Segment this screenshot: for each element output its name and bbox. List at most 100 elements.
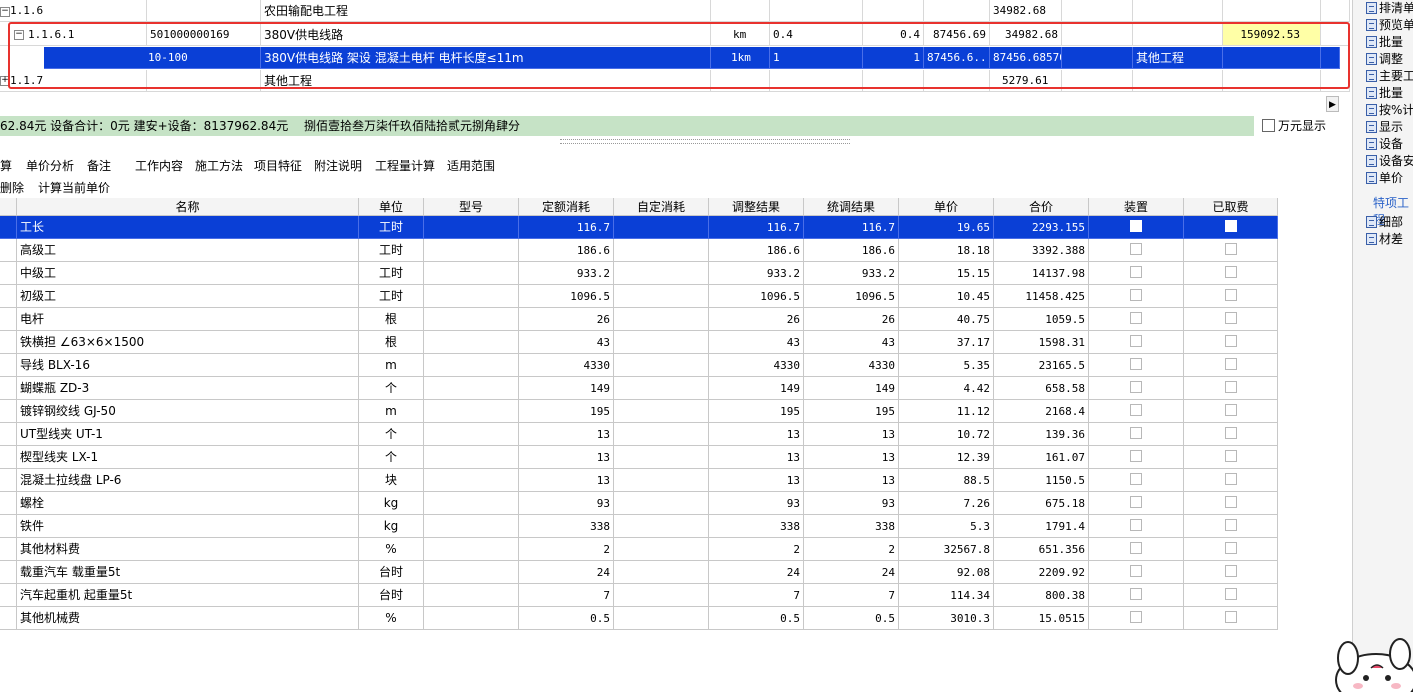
install-checkbox[interactable] bbox=[1130, 427, 1142, 439]
column-header[interactable]: 统调结果 bbox=[804, 198, 899, 216]
install-checkbox[interactable] bbox=[1130, 220, 1142, 232]
right-panel-item[interactable]: 按%计 bbox=[1366, 102, 1413, 119]
column-header[interactable]: 单位 bbox=[359, 198, 424, 216]
charged-checkbox[interactable] bbox=[1224, 542, 1237, 554]
right-panel-item[interactable]: 显示 bbox=[1366, 119, 1403, 136]
tab-appendix-notes[interactable]: 附注说明 bbox=[314, 156, 362, 176]
install-checkbox[interactable] bbox=[1130, 519, 1142, 531]
install-checkbox[interactable] bbox=[1130, 289, 1142, 301]
column-header[interactable]: 单价 bbox=[899, 198, 994, 216]
column-header[interactable]: 装置 bbox=[1089, 198, 1184, 216]
table-row[interactable]: 蝴蝶瓶 ZD-3 个 149 149 149 4.42 658.58 bbox=[0, 377, 1278, 400]
install-checkbox[interactable] bbox=[1130, 565, 1142, 577]
charged-checkbox[interactable] bbox=[1224, 450, 1237, 462]
table-row-selected[interactable]: 10-100 380V供电线路 架设 混凝土电杆 电杆长度≤11m 1km 1 … bbox=[0, 47, 1350, 69]
column-header[interactable]: 合价 bbox=[994, 198, 1089, 216]
charged-checkbox[interactable] bbox=[1224, 358, 1237, 370]
column-header[interactable]: 定额消耗 bbox=[519, 198, 614, 216]
install-checkbox[interactable] bbox=[1130, 243, 1142, 255]
tree-expand-icon[interactable]: + bbox=[0, 76, 10, 86]
delete-button[interactable]: 删除 bbox=[0, 181, 24, 195]
charged-checkbox[interactable] bbox=[1224, 335, 1237, 347]
column-header[interactable]: 自定消耗 bbox=[614, 198, 709, 216]
charged-checkbox[interactable] bbox=[1224, 312, 1237, 324]
tab-calc[interactable]: 算 bbox=[0, 156, 12, 176]
charged-checkbox[interactable] bbox=[1224, 381, 1237, 393]
charged-checkbox[interactable] bbox=[1224, 473, 1237, 485]
install-checkbox[interactable] bbox=[1130, 542, 1142, 554]
right-panel-item[interactable]: 调整 bbox=[1366, 51, 1403, 68]
table-row[interactable]: 其他材料费% 2 2 2 32567.8 651.356 bbox=[0, 538, 1278, 561]
charged-checkbox[interactable] bbox=[1224, 588, 1237, 600]
scroll-right-arrow-icon[interactable]: ▶ bbox=[1326, 96, 1339, 112]
table-row-selected[interactable]: 工长 工时 116.7 116.7 116.7 19.65 2293.155 bbox=[0, 216, 1278, 239]
table-row[interactable]: 1.1.7 其他工程 5279.61 bbox=[0, 70, 1350, 92]
wanyuan-display-toggle[interactable]: 万元显示 bbox=[1262, 117, 1326, 135]
column-header[interactable] bbox=[0, 198, 17, 216]
charged-checkbox[interactable] bbox=[1224, 519, 1237, 531]
table-row[interactable]: 中级工 工时 933.2 933.2 933.2 15.15 14137.98 bbox=[0, 262, 1278, 285]
tab-work-content[interactable]: 工作内容 bbox=[135, 156, 183, 176]
tree-collapse-icon[interactable]: − bbox=[14, 30, 24, 40]
table-row[interactable]: 初级工 工时 1096.5 1096.5 1096.5 10.45 11458.425 bbox=[0, 285, 1278, 308]
right-panel-item[interactable]: 排清单 bbox=[1366, 0, 1413, 17]
table-row[interactable]: 导线 BLX-16 m 4330 4330 4330 5.35 23165.5 bbox=[0, 354, 1278, 377]
tree-expand-icon[interactable]: − bbox=[0, 7, 10, 17]
tab-unit-price-analysis[interactable]: 单价分析 bbox=[26, 156, 74, 176]
right-panel-item[interactable]: 单价 bbox=[1366, 170, 1403, 187]
item-col11-highlight[interactable]: 159092.53 bbox=[1223, 24, 1321, 46]
wanyuan-checkbox[interactable] bbox=[1262, 119, 1275, 132]
table-row[interactable]: 螺栓 kg 93 93 93 7.26 675.18 bbox=[0, 492, 1278, 515]
table-row[interactable]: 电杆根 26 26 26 40.75 1059.5 bbox=[0, 308, 1278, 331]
right-panel-item[interactable]: 设备安 bbox=[1366, 153, 1413, 170]
tab-construction-method[interactable]: 施工方法 bbox=[195, 156, 243, 176]
charged-checkbox[interactable] bbox=[1224, 243, 1237, 255]
charged-checkbox[interactable] bbox=[1224, 404, 1237, 416]
charged-checkbox[interactable] bbox=[1224, 266, 1237, 278]
charged-checkbox[interactable] bbox=[1224, 611, 1237, 623]
install-checkbox[interactable] bbox=[1130, 496, 1142, 508]
table-row[interactable]: 1.1.6 农田输配电工程 34982.68 bbox=[0, 0, 1350, 22]
right-panel-item[interactable]: 批量 bbox=[1366, 85, 1403, 102]
charged-checkbox[interactable] bbox=[1224, 427, 1237, 439]
table-row[interactable]: 铁横担 ∠63×6×1500 根 43 43 43 37.17 1598.31 bbox=[0, 331, 1278, 354]
right-panel-item[interactable]: 设备 bbox=[1366, 136, 1403, 153]
table-row[interactable]: 其他机械费% 0.5 0.5 0.5 3010.3 15.0515 bbox=[0, 607, 1278, 630]
install-checkbox[interactable] bbox=[1130, 404, 1142, 416]
special-item[interactable]: 材差 bbox=[1366, 231, 1403, 248]
table-row[interactable]: 镀锌钢绞线 GJ-50 m 195 195 195 11.12 2168.4 bbox=[0, 400, 1278, 423]
table-row[interactable]: 载重汽车 载重量5t 台时 24 24 24 92.08 2209.92 bbox=[0, 561, 1278, 584]
table-row[interactable]: 高级工 工时 186.6 186.6 186.6 18.18 3392.388 bbox=[0, 239, 1278, 262]
install-checkbox[interactable] bbox=[1130, 611, 1142, 623]
right-panel-item[interactable]: 批量 bbox=[1366, 34, 1403, 51]
table-row[interactable]: 汽车起重机 起重量5t 台时 7 7 7 114.34 800.38 bbox=[0, 584, 1278, 607]
tab-quantity-calc[interactable]: 工程量计算 bbox=[375, 156, 435, 176]
table-row[interactable]: 楔型线夹 LX-1 个 13 13 13 12.39 161.07 bbox=[0, 446, 1278, 469]
column-header[interactable]: 已取费 bbox=[1184, 198, 1278, 216]
charged-checkbox[interactable] bbox=[1224, 565, 1237, 577]
install-checkbox[interactable] bbox=[1130, 450, 1142, 462]
tab-notes[interactable]: 备注 bbox=[87, 156, 111, 176]
column-header[interactable]: 名称 bbox=[17, 198, 359, 216]
right-panel-item[interactable]: 预览单 bbox=[1366, 17, 1413, 34]
right-panel-item[interactable]: 主要工 bbox=[1366, 68, 1413, 85]
special-item[interactable]: 细部 bbox=[1366, 214, 1403, 231]
tab-scope[interactable]: 适用范围 bbox=[447, 156, 495, 176]
install-checkbox[interactable] bbox=[1130, 358, 1142, 370]
install-checkbox[interactable] bbox=[1130, 266, 1142, 278]
pane-splitter[interactable] bbox=[560, 139, 850, 144]
install-checkbox[interactable] bbox=[1130, 473, 1142, 485]
column-header[interactable]: 型号 bbox=[424, 198, 519, 216]
charged-checkbox[interactable] bbox=[1224, 220, 1237, 232]
charged-checkbox[interactable] bbox=[1224, 289, 1237, 301]
install-checkbox[interactable] bbox=[1130, 312, 1142, 324]
calc-unit-price-button[interactable]: 计算当前单价 bbox=[38, 181, 110, 195]
install-checkbox[interactable] bbox=[1130, 381, 1142, 393]
table-row[interactable]: 混凝土拉线盘 LP-6 块 13 13 13 88.5 1150.5 bbox=[0, 469, 1278, 492]
install-checkbox[interactable] bbox=[1130, 335, 1142, 347]
column-header[interactable]: 调整结果 bbox=[709, 198, 804, 216]
charged-checkbox[interactable] bbox=[1224, 496, 1237, 508]
tab-item-features[interactable]: 项目特征 bbox=[254, 156, 302, 176]
table-row[interactable]: UT型线夹 UT-1 个 13 13 13 10.72 139.36 bbox=[0, 423, 1278, 446]
table-row[interactable]: 铁件 kg 338 338 338 5.3 1791.4 bbox=[0, 515, 1278, 538]
